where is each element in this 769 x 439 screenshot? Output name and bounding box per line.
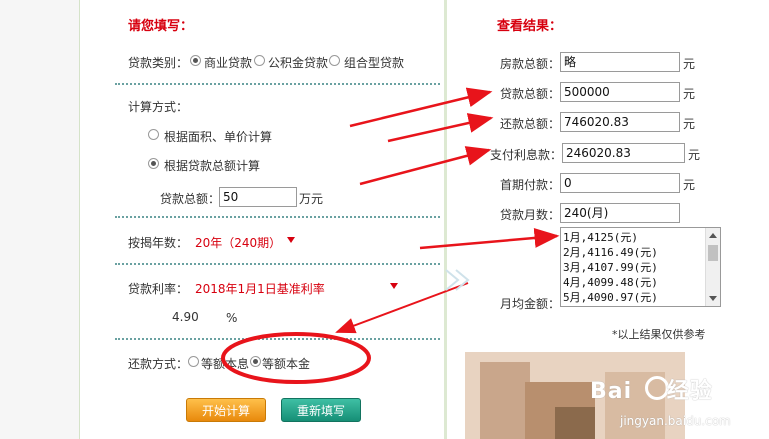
annotation-circle (221, 332, 371, 384)
annotation-arrow (387, 113, 494, 143)
annotation-arrow (349, 87, 493, 128)
annotation-arrow (359, 146, 492, 186)
annotation-overlay (221, 87, 560, 384)
annotation-arrow (419, 228, 560, 250)
annotation-arrow (335, 282, 469, 334)
